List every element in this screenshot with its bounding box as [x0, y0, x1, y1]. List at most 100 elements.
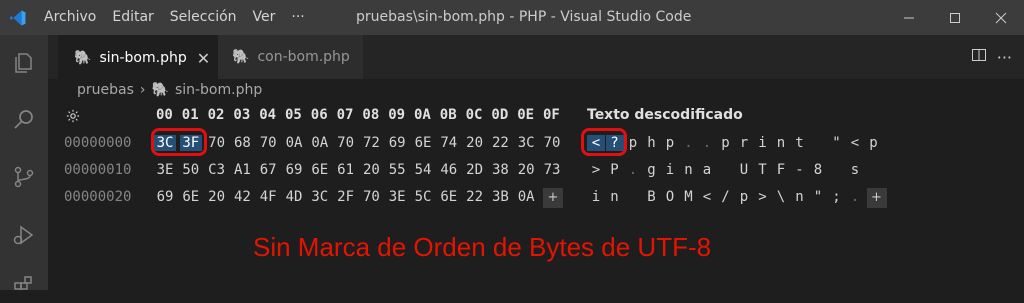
decoded-char[interactable]: s	[846, 162, 864, 178]
explorer-icon[interactable]	[12, 51, 36, 75]
decoded-char[interactable]: O	[661, 189, 679, 205]
decoded-char[interactable]: P	[606, 162, 624, 178]
split-editor-icon[interactable]	[971, 47, 987, 67]
settings-gear-icon[interactable]	[66, 108, 80, 127]
run-debug-icon[interactable]	[12, 223, 36, 247]
breadcrumb-file[interactable]: sin-bom.php	[175, 82, 262, 98]
hex-byte[interactable]: 70	[360, 189, 382, 205]
decoded-char[interactable]: "	[828, 135, 846, 151]
minimize-button[interactable]	[886, 0, 932, 35]
hex-byte[interactable]: 0A	[515, 189, 537, 205]
menu-more[interactable]: ···	[283, 0, 312, 35]
hex-byte[interactable]: A1	[231, 162, 253, 178]
decoded-char[interactable]: T	[754, 162, 772, 178]
decoded-char[interactable]: i	[661, 162, 679, 178]
hex-byte[interactable]: 3B	[489, 189, 511, 205]
close-window-button[interactable]	[978, 0, 1024, 35]
hex-byte[interactable]: 0A	[309, 135, 331, 151]
decoded-char[interactable]: a	[698, 162, 716, 178]
hex-byte[interactable]: 69	[154, 189, 176, 205]
decoded-char[interactable]: p	[661, 135, 679, 151]
hex-byte[interactable]: 6E	[438, 189, 460, 205]
hex-byte[interactable]: 50	[180, 162, 202, 178]
hex-byte[interactable]: 20	[360, 162, 382, 178]
decoded-char[interactable]: -	[791, 162, 809, 178]
hex-byte[interactable]: 6E	[412, 135, 434, 151]
hex-byte[interactable]: 20	[464, 135, 486, 151]
hex-byte[interactable]: 2D	[464, 162, 486, 178]
hex-byte[interactable]: 22	[464, 189, 486, 205]
hex-byte[interactable]: 70	[206, 135, 228, 151]
hex-byte[interactable]: 5C	[412, 189, 434, 205]
search-icon[interactable]	[12, 107, 36, 131]
decoded-char[interactable]: B	[643, 189, 661, 205]
decoded-char[interactable]: p	[717, 135, 735, 151]
hex-byte[interactable]: 70	[541, 135, 563, 151]
hex-byte[interactable]: 0A	[283, 135, 305, 151]
decoded-char[interactable]: n	[772, 135, 790, 151]
hex-byte[interactable]: 3C	[309, 189, 331, 205]
decoded-char[interactable]: h	[643, 135, 661, 151]
hex-byte[interactable]: 61	[335, 162, 357, 178]
add-byte-button[interactable]: +	[543, 188, 563, 208]
decoded-char[interactable]: r	[735, 135, 753, 151]
decoded-char[interactable]: p	[735, 189, 753, 205]
decoded-char[interactable]: <	[846, 135, 864, 151]
hex-byte[interactable]: 2F	[335, 189, 357, 205]
more-actions-icon[interactable]: ···	[997, 48, 1012, 67]
decoded-char[interactable]: i	[587, 189, 605, 205]
hex-byte[interactable]: 3C	[515, 135, 537, 151]
hex-byte[interactable]: 70	[335, 135, 357, 151]
decoded-char[interactable]: .	[846, 189, 864, 205]
tab-sin-bom[interactable]: 🐘 sin-bom.php ✕	[58, 35, 218, 79]
hex-byte[interactable]: 4D	[283, 189, 305, 205]
hex-byte[interactable]: 69	[283, 162, 305, 178]
decoded-char[interactable]: >	[754, 189, 772, 205]
hex-byte[interactable]: 22	[489, 135, 511, 151]
decoded-char[interactable]: ;	[828, 189, 846, 205]
hex-byte[interactable]: 55	[386, 162, 408, 178]
close-tab-icon[interactable]: ✕	[197, 49, 210, 68]
hex-byte[interactable]: 3E	[154, 162, 176, 178]
hex-byte[interactable]: 6E	[180, 189, 202, 205]
menu-ver[interactable]: Ver	[245, 0, 284, 35]
decoded-char[interactable]: .	[680, 135, 698, 151]
decoded-char[interactable]: .	[624, 162, 642, 178]
hex-byte[interactable]: 70	[257, 135, 279, 151]
menu-editar[interactable]: Editar	[104, 0, 161, 35]
maximize-button[interactable]	[932, 0, 978, 35]
hex-byte[interactable]: C3	[206, 162, 228, 178]
hex-byte[interactable]: 67	[257, 162, 279, 178]
decoded-char[interactable]: p	[865, 135, 883, 151]
decoded-char[interactable]: /	[717, 189, 735, 205]
hex-byte[interactable]: 20	[515, 162, 537, 178]
decoded-char[interactable]: 8	[809, 162, 827, 178]
decoded-char[interactable]: n	[606, 189, 624, 205]
decoded-char[interactable]: \	[772, 189, 790, 205]
menu-seleccion[interactable]: Selección	[162, 0, 245, 35]
decoded-char[interactable]: "	[809, 189, 827, 205]
hex-byte[interactable]: 74	[438, 135, 460, 151]
decoded-char[interactable]: t	[791, 135, 809, 151]
hex-byte[interactable]: 73	[541, 162, 563, 178]
tab-con-bom[interactable]: 🐘 con-bom.php	[218, 35, 363, 79]
decoded-char[interactable]: g	[643, 162, 661, 178]
hex-byte[interactable]: 54	[412, 162, 434, 178]
add-char-button[interactable]: +	[866, 188, 887, 208]
decoded-char[interactable]: M	[680, 189, 698, 205]
hex-byte[interactable]: 46	[438, 162, 460, 178]
source-control-icon[interactable]	[12, 165, 36, 189]
decoded-char[interactable]: n	[680, 162, 698, 178]
hex-byte[interactable]: 20	[206, 189, 228, 205]
hex-byte[interactable]: 6E	[309, 162, 331, 178]
breadcrumb-folder[interactable]: pruebas	[77, 82, 134, 98]
decoded-char[interactable]: .	[698, 135, 716, 151]
decoded-char[interactable]: <	[698, 189, 716, 205]
hex-byte[interactable]: 72	[360, 135, 382, 151]
hex-byte[interactable]: 69	[386, 135, 408, 151]
decoded-char[interactable]: U	[735, 162, 753, 178]
menu-archivo[interactable]: Archivo	[36, 0, 104, 35]
decoded-char[interactable]: >	[587, 162, 605, 178]
hex-byte[interactable]: 4F	[257, 189, 279, 205]
extensions-icon[interactable]	[12, 275, 36, 299]
